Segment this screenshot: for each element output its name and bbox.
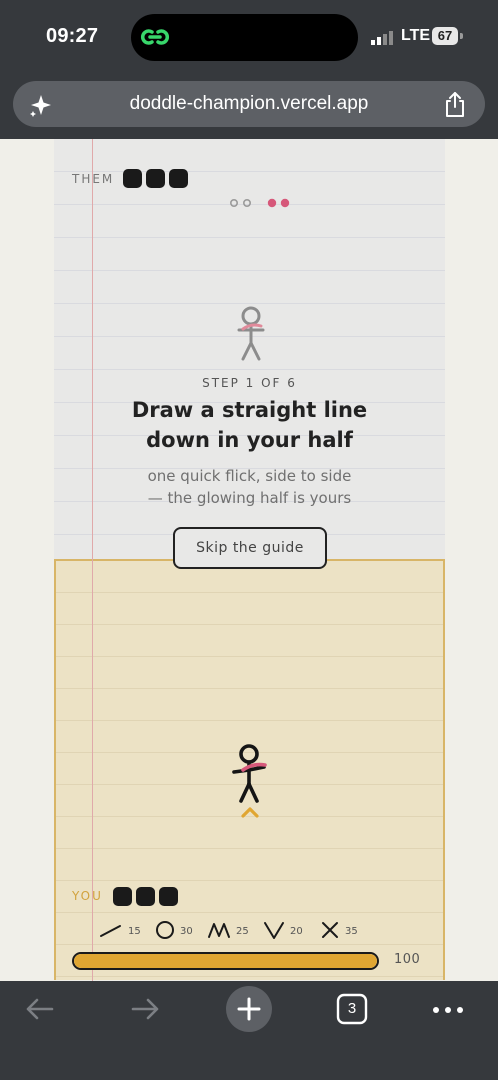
new-tab-button[interactable] xyxy=(226,986,272,1032)
circle-stroke-icon xyxy=(156,921,174,939)
chevron-up-icon xyxy=(241,807,259,818)
opponent-stick-figure xyxy=(237,306,265,361)
legend-cost: 25 xyxy=(236,925,249,937)
network-type: LTE xyxy=(401,27,431,44)
plus-icon xyxy=(237,997,261,1021)
signal-icon xyxy=(371,31,393,45)
instruction-line: Draw a straight line xyxy=(131,398,368,422)
battery-nub xyxy=(460,33,463,39)
opponent-life-block xyxy=(146,169,165,188)
forward-arrow-icon[interactable] xyxy=(129,995,161,1023)
v-stroke-icon xyxy=(264,922,284,939)
round-indicator xyxy=(229,198,290,208)
player-life-block xyxy=(159,887,178,906)
player-life-block xyxy=(113,887,132,906)
ink-value: 100 xyxy=(394,952,421,967)
browser-toolbar: 3 xyxy=(0,981,498,1080)
more-icon[interactable] xyxy=(432,1006,464,1014)
instruction-line: down in your half xyxy=(146,428,353,452)
status-time: 09:27 xyxy=(46,25,99,47)
x-stroke-icon xyxy=(322,922,338,938)
ink-meter-fill xyxy=(74,954,377,968)
status-bar: 09:27 LTE 67 xyxy=(0,0,498,78)
legend-cost: 15 xyxy=(128,925,141,937)
instruction-title: Draw a straight line down in your half xyxy=(54,395,445,455)
opponent-label: THEM xyxy=(72,172,115,186)
legend-cost: 30 xyxy=(180,925,193,937)
legend-cost: 35 xyxy=(345,925,358,937)
player-lives xyxy=(113,887,178,906)
line-stroke-icon xyxy=(100,925,121,937)
skip-guide-button[interactable]: Skip the guide xyxy=(173,527,327,569)
legend-cost: 20 xyxy=(290,925,303,937)
player-label: YOU xyxy=(72,889,103,903)
instruction-subtext: one quick flick, side to side xyxy=(147,467,352,485)
legend-item-v: 20 xyxy=(262,919,303,941)
instruction-subtext: — the glowing half is yours xyxy=(147,489,352,507)
browser-url-area: doddle-champion.vercel.app xyxy=(0,78,498,139)
legend-item-zigzag: 25 xyxy=(206,919,249,941)
tabs-button[interactable]: 3 xyxy=(336,993,368,1025)
dynamic-island xyxy=(131,14,358,61)
opponent-life-block xyxy=(169,169,188,188)
battery-icon: 67 xyxy=(432,27,458,45)
step-label: STEP 1 OF 6 xyxy=(202,376,297,390)
player-stick-figure xyxy=(232,744,267,803)
game-board: THEM STEP 1 OF 6 Draw a straight line do… xyxy=(54,139,445,981)
margin-line xyxy=(92,139,93,981)
opponent-life-block xyxy=(123,169,142,188)
ink-meter xyxy=(72,952,379,970)
legend-item-line: 15 xyxy=(98,919,141,941)
legend-item-circle: 30 xyxy=(154,919,193,941)
zigzag-stroke-icon xyxy=(208,923,230,938)
player-life-block xyxy=(136,887,155,906)
link-icon xyxy=(141,29,169,45)
address-bar[interactable]: doddle-champion.vercel.app xyxy=(13,81,485,127)
back-arrow-icon[interactable] xyxy=(24,995,56,1023)
url-text[interactable]: doddle-champion.vercel.app xyxy=(13,93,485,115)
legend-item-x: 35 xyxy=(319,919,358,941)
share-icon[interactable] xyxy=(443,91,467,118)
tab-count: 3 xyxy=(347,1000,357,1017)
stroke-cost-legend: 15 30 25 20 35 xyxy=(98,919,418,941)
opponent-lives xyxy=(123,169,188,188)
